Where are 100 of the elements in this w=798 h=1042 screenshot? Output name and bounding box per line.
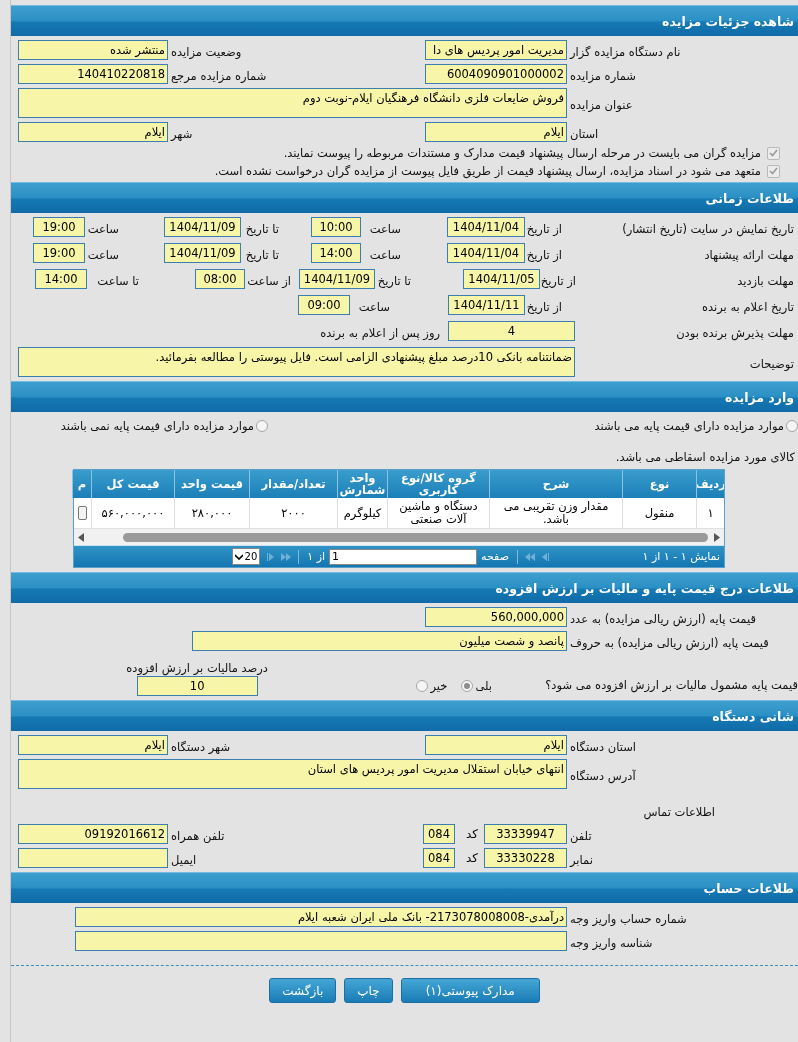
field-label: تلفن همراه xyxy=(171,828,225,843)
scroll-thumb[interactable] xyxy=(123,532,708,542)
page-count: از ۱ xyxy=(307,550,326,563)
text-field[interactable]: 33330228 xyxy=(484,848,567,868)
text-field[interactable]: 6004090901000002 xyxy=(425,64,567,84)
checkmark-icon xyxy=(769,149,778,157)
text-field[interactable]: 19:00 xyxy=(33,243,85,263)
field-label: شماره مزایده xyxy=(570,68,636,83)
field-label: مهلت ارائه پیشنهاد xyxy=(704,247,794,262)
text-field[interactable]: 1404/11/09 xyxy=(299,269,375,289)
chevron-down-icon xyxy=(235,553,244,560)
text-field[interactable]: 08:00 xyxy=(195,269,245,289)
field-label: تا ساعت xyxy=(97,273,139,288)
field-label: نام دستگاه مزایده گزار xyxy=(570,44,681,59)
radio-button[interactable] xyxy=(786,420,798,432)
column-header[interactable]: نوع xyxy=(622,470,696,498)
field-label: کد xyxy=(466,851,478,865)
text-field[interactable]: 1404/11/11 xyxy=(448,295,525,315)
row-action-button[interactable] xyxy=(77,506,87,520)
page-input[interactable]: 1 xyxy=(329,548,478,565)
text-field[interactable]: ایلام xyxy=(425,735,567,755)
text-field[interactable]: 10:00 xyxy=(311,217,361,237)
field-label: ساعت xyxy=(369,247,401,262)
text-field[interactable] xyxy=(18,848,168,868)
text-field[interactable] xyxy=(75,931,567,951)
text-field[interactable]: مدیریت امور پردیس های دا xyxy=(425,40,567,60)
column-header[interactable]: گروه کالا/نوع کاربری xyxy=(387,470,489,498)
action-button[interactable]: مدارک پیوستی(۱) xyxy=(400,978,540,1003)
field-label: کد xyxy=(466,827,478,841)
text-field[interactable]: 084 xyxy=(423,848,455,868)
field-label: توضیحات xyxy=(749,356,794,371)
text-field[interactable]: 1404/11/04 xyxy=(447,243,525,263)
field-label: شماره مزایده مرجع xyxy=(171,68,267,83)
text-field[interactable]: درآمدی-2173078008008- بانک ملی ایران شعبه ایلام xyxy=(75,907,567,927)
section-header: شانی دستگاه xyxy=(11,700,798,731)
field-label: از ساعت xyxy=(247,273,291,288)
text-field[interactable]: 09:00 xyxy=(298,295,350,315)
section-header: شاهده جزئیات مزایده xyxy=(11,5,798,36)
field-label: تا تاریخ xyxy=(245,221,279,236)
scroll-left-icon[interactable] xyxy=(78,532,84,542)
text-field[interactable]: ضمانتنامه بانکی 10درصد مبلغ پیشنهادی الزامی است. فایل پیوستی را مطالعه بفرمائید. xyxy=(18,347,575,377)
action-button[interactable]: بازگشت xyxy=(269,978,337,1003)
radio-button[interactable] xyxy=(461,680,474,692)
text-field[interactable]: 09192016612 xyxy=(18,824,168,844)
field-label: ساعت xyxy=(87,221,119,236)
text-field[interactable]: 1404/11/09 xyxy=(164,217,241,237)
column-header[interactable]: واحد شمارش xyxy=(337,470,387,498)
column-header[interactable]: تعداد/مقدار xyxy=(249,470,337,498)
page-label: صفحه xyxy=(481,550,509,563)
field-label: درصد مالیات بر ارزش افزوده xyxy=(126,661,268,675)
field-label: قیمت پایه (ارزش ریالی مزایده) به حروف xyxy=(570,635,769,650)
field-label: وضعیت مزایده xyxy=(171,44,242,59)
horizontal-scrollbar[interactable] xyxy=(74,528,724,545)
column-header[interactable]: شرح xyxy=(489,470,622,498)
radio-button[interactable] xyxy=(416,680,429,692)
radio-label: موارد مزایده دارای فیمت پایه نمی باشند xyxy=(60,419,254,433)
text-field[interactable]: پانصد و شصت میلیون xyxy=(192,631,567,651)
field-label: از تاریخ xyxy=(526,247,562,262)
field-label: اطلاعات تماس xyxy=(643,805,715,819)
field-label: تلفن xyxy=(570,828,592,843)
page-size-select[interactable]: 20 xyxy=(232,548,261,565)
radio-label: موارد مزایده دارای قیمت پایه می باشند xyxy=(594,419,784,433)
text-field[interactable]: 140410220818 xyxy=(18,64,168,84)
field-label: شهر دستگاه xyxy=(171,739,231,754)
text-field[interactable]: 19:00 xyxy=(33,217,85,237)
text-field[interactable]: 4 xyxy=(448,321,575,341)
checkbox-label: مزایده گران می بایست در مرحله ارسال پیشنهاد قیمت مدارک و مستندات مربوطه را پیوست نمایند. xyxy=(283,146,761,160)
field-label: تاریخ نمایش در سایت (تاریخ انتشار) xyxy=(622,221,794,236)
text-field[interactable]: منتشر شده xyxy=(18,40,168,60)
text-field[interactable]: ایلام xyxy=(18,735,168,755)
radio-button[interactable] xyxy=(256,420,268,432)
field-label: تاریخ اعلام به برنده xyxy=(701,299,794,314)
radio-label: خیر xyxy=(430,679,448,693)
scroll-right-icon[interactable] xyxy=(714,532,720,542)
field-label: ایمیل xyxy=(171,852,197,867)
text-field[interactable]: 10 xyxy=(136,676,258,696)
text-field[interactable]: 1404/11/05 xyxy=(463,269,540,289)
text-field[interactable]: فروش ضایعات فلزی دانشگاه فرهنگیان ایلام-نوبت دوم xyxy=(18,88,567,118)
column-header[interactable]: م xyxy=(72,470,91,498)
text-field[interactable]: 14:00 xyxy=(311,243,361,263)
field-label: از تاریخ xyxy=(526,221,562,236)
field-label: نمابر xyxy=(570,852,593,867)
field-label: شناسه واریز وجه xyxy=(570,935,653,950)
text-field[interactable]: 33339947 xyxy=(484,824,567,844)
column-header[interactable]: قیمت واحد xyxy=(174,470,249,498)
field-label: شماره حساب واریز وجه xyxy=(570,911,687,926)
text-field[interactable]: 14:00 xyxy=(35,269,87,289)
checkmark-icon xyxy=(769,167,778,175)
text-field[interactable]: ایلام xyxy=(425,122,567,142)
text-field[interactable]: 1404/11/09 xyxy=(164,243,241,263)
action-button[interactable]: چاپ xyxy=(344,978,393,1003)
text-field[interactable]: 1404/11/04 xyxy=(447,217,525,237)
section-header: طلاعات درج قیمت پایه و مالیات بر ارزش افزوده xyxy=(11,572,798,603)
text-field[interactable]: 560,000,000 xyxy=(425,607,567,627)
text-field[interactable]: ایلام xyxy=(18,122,168,142)
field-label: آدرس دستگاه xyxy=(570,768,636,783)
text-field[interactable]: 084 xyxy=(423,824,455,844)
field-label: قیمت پایه مشمول مالیات بر ارزش افزوده می شود؟ xyxy=(545,678,798,692)
column-header[interactable]: قیمت کل xyxy=(91,470,174,498)
text-field[interactable]: انتهای خیابان استقلال مدیریت امور پردیس های استان xyxy=(18,759,567,789)
